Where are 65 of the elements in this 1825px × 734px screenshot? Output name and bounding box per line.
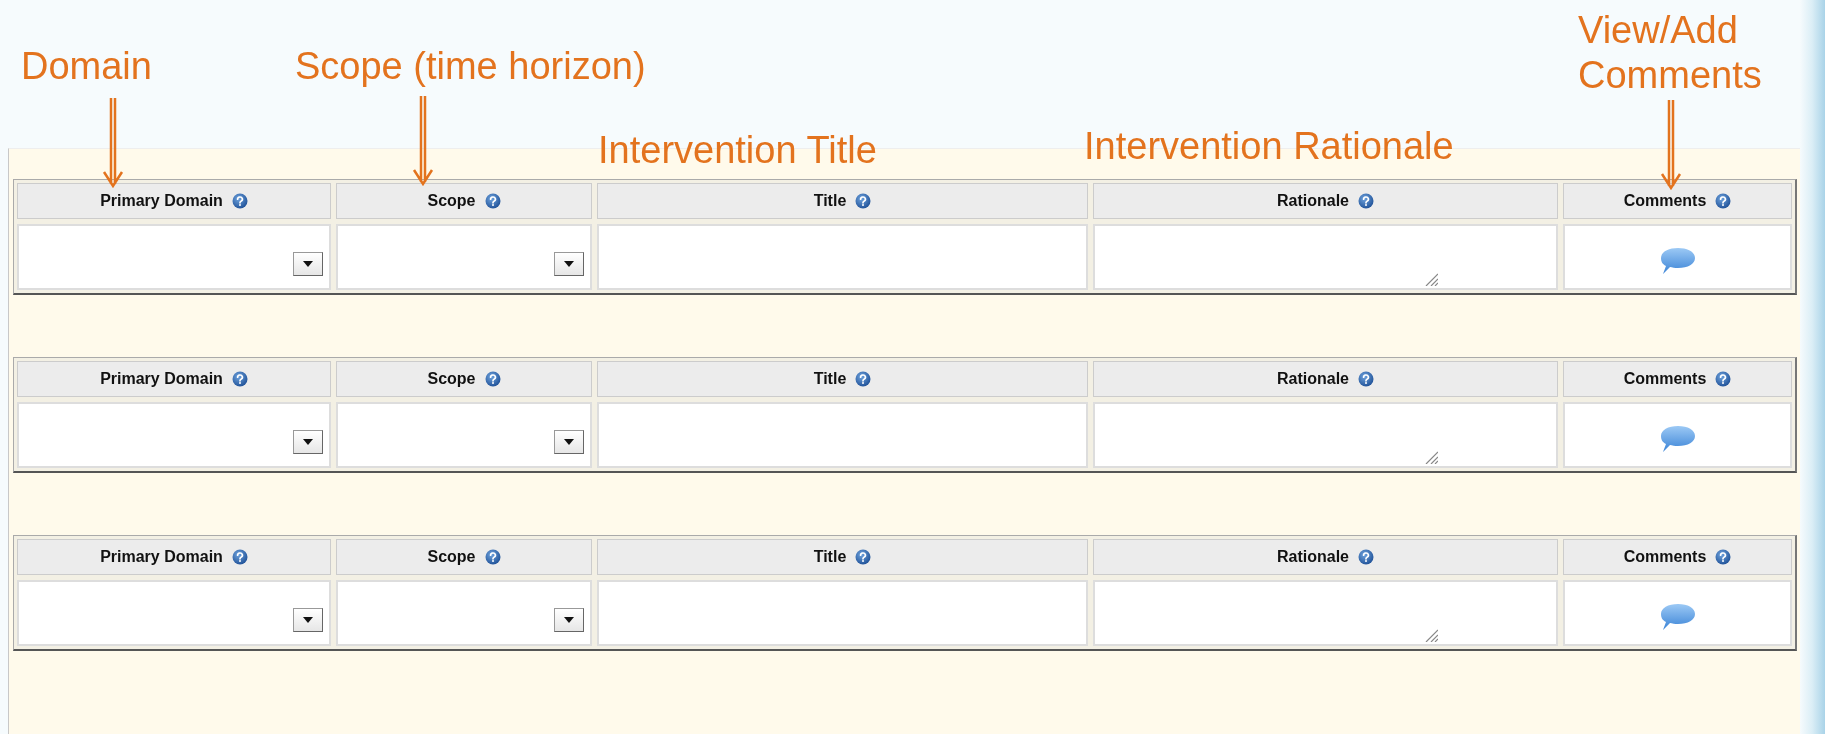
dropdown-button[interactable] bbox=[293, 252, 323, 276]
annotation-label: Scope (time horizon) bbox=[295, 44, 647, 89]
dropdown-button[interactable] bbox=[554, 430, 584, 454]
help-icon[interactable] bbox=[1358, 549, 1374, 565]
help-icon[interactable] bbox=[1715, 371, 1732, 387]
dropdown-button[interactable] bbox=[293, 430, 323, 454]
annotation-label: Intervention Rationale bbox=[1084, 124, 1455, 169]
caret-icon bbox=[303, 261, 313, 267]
help-icon[interactable] bbox=[855, 193, 872, 209]
dropdown-button[interactable] bbox=[293, 608, 323, 632]
dropdown-field[interactable] bbox=[336, 224, 592, 290]
help-icon[interactable] bbox=[231, 371, 248, 387]
dropdown-field[interactable] bbox=[336, 402, 592, 468]
help-icon[interactable] bbox=[855, 371, 872, 387]
textarea-field[interactable] bbox=[1093, 402, 1558, 468]
header-label: Comments bbox=[1623, 192, 1707, 210]
header-label: Rationale bbox=[1277, 192, 1349, 210]
help-icon[interactable] bbox=[231, 549, 248, 565]
header-label: Rationale bbox=[1277, 548, 1349, 566]
caret-icon bbox=[564, 261, 574, 267]
speech-bubble-icon[interactable] bbox=[1658, 246, 1697, 276]
help-icon[interactable] bbox=[1715, 549, 1732, 565]
header-label: Title bbox=[813, 548, 847, 566]
textarea-field[interactable] bbox=[1093, 580, 1558, 646]
textarea-field[interactable] bbox=[1093, 224, 1558, 290]
dropdown-field[interactable] bbox=[17, 402, 331, 468]
caret-icon bbox=[303, 617, 313, 623]
annotation-label: View/Add Comments bbox=[1578, 8, 1763, 98]
dropdown-button[interactable] bbox=[554, 608, 584, 632]
header-label: Scope bbox=[427, 370, 476, 388]
resize-grip-icon[interactable] bbox=[1424, 272, 1438, 286]
help-icon[interactable] bbox=[484, 549, 501, 565]
header-label: Primary Domain bbox=[100, 548, 223, 566]
annotation-label: Intervention Title bbox=[598, 128, 878, 173]
speech-bubble-icon[interactable] bbox=[1658, 424, 1697, 454]
resize-grip-icon[interactable] bbox=[1424, 450, 1438, 464]
input-field[interactable] bbox=[597, 402, 1088, 468]
dropdown-field[interactable] bbox=[17, 580, 331, 646]
dropdown-button[interactable] bbox=[554, 252, 584, 276]
help-icon[interactable] bbox=[855, 549, 872, 565]
caret-icon bbox=[564, 617, 574, 623]
help-icon[interactable] bbox=[1715, 193, 1732, 209]
caret-icon bbox=[564, 439, 574, 445]
header-label: Scope bbox=[427, 548, 476, 566]
dropdown-field[interactable] bbox=[17, 224, 331, 290]
speech-bubble-icon[interactable] bbox=[1658, 602, 1697, 632]
caret-icon bbox=[303, 439, 313, 445]
dropdown-field[interactable] bbox=[336, 580, 592, 646]
help-icon[interactable] bbox=[484, 371, 501, 387]
header-label: Scope bbox=[427, 192, 476, 210]
input-field[interactable] bbox=[597, 580, 1088, 646]
annotation-label: Domain bbox=[21, 44, 153, 89]
header-label: Primary Domain bbox=[100, 370, 223, 388]
header-label: Title bbox=[813, 370, 847, 388]
help-icon[interactable] bbox=[1358, 371, 1374, 387]
help-icon[interactable] bbox=[1358, 193, 1374, 209]
header-label: Comments bbox=[1623, 548, 1707, 566]
header-label: Comments bbox=[1623, 370, 1707, 388]
header-label: Title bbox=[813, 192, 847, 210]
help-icon[interactable] bbox=[484, 193, 501, 209]
header-label: Primary Domain bbox=[100, 192, 223, 210]
resize-grip-icon[interactable] bbox=[1424, 628, 1438, 642]
input-field[interactable] bbox=[597, 224, 1088, 290]
header-label: Rationale bbox=[1277, 370, 1349, 388]
help-icon[interactable] bbox=[231, 193, 248, 209]
